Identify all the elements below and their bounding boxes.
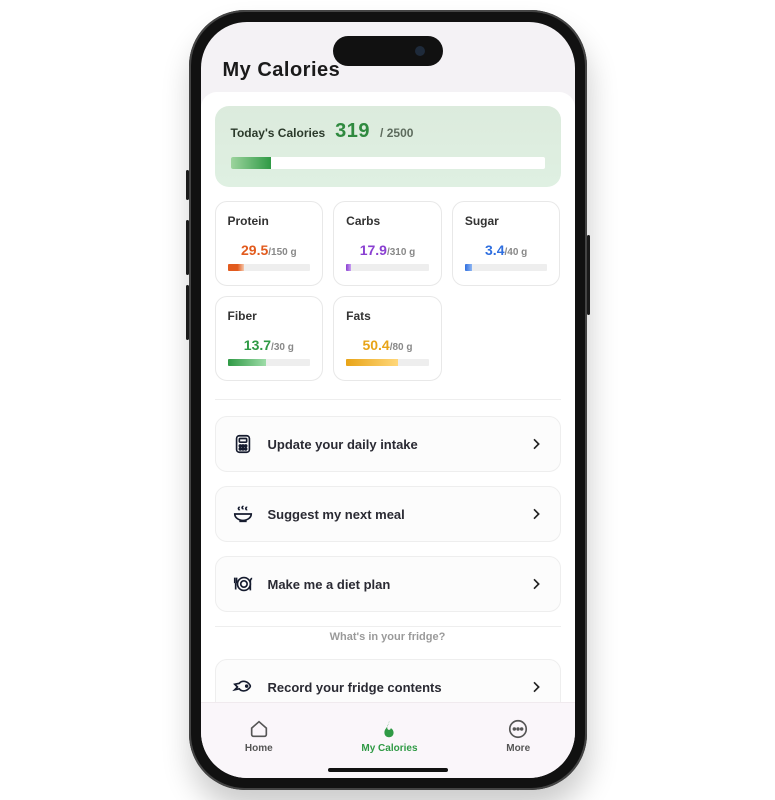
home-indicator (328, 768, 448, 772)
nutrient-max: /40 g (504, 247, 527, 258)
screen: My Calories Today's Calories 319 / 2500 … (201, 22, 575, 778)
calculator-icon (232, 433, 254, 455)
calories-label: Today's Calories (231, 126, 326, 140)
fridge-question: What's in your fridge? (215, 631, 561, 643)
nutrient-value: 29.5 (241, 242, 268, 258)
nav-more[interactable]: More (506, 718, 530, 754)
action-label: Record your fridge contents (268, 680, 514, 695)
flame-icon (378, 718, 400, 740)
action-fish[interactable]: Record your fridge contents (215, 659, 561, 702)
nutrient-card-carbs[interactable]: Carbs 17.9/310 g (333, 201, 442, 286)
action-bowl[interactable]: Suggest my next meal (215, 486, 561, 542)
nutrient-value: 3.4 (485, 242, 504, 258)
more-icon (507, 718, 529, 740)
bottom-nav: Home My Calories More (201, 702, 575, 778)
action-label: Suggest my next meal (268, 507, 514, 522)
nutrient-progress (465, 264, 548, 271)
page-title: My Calories (223, 59, 341, 82)
nav-home-label: Home (245, 743, 273, 754)
nutrient-value: 17.9 (360, 242, 387, 258)
action-label: Make me a diet plan (268, 577, 514, 592)
nutrient-name: Protein (228, 214, 311, 228)
calories-card: Today's Calories 319 / 2500 (215, 106, 561, 187)
nutrient-name: Fiber (228, 309, 311, 323)
nutrient-progress (228, 359, 311, 366)
chevron-right-icon (528, 506, 544, 522)
nutrient-max: /30 g (271, 342, 294, 353)
nutrient-card-sugar[interactable]: Sugar 3.4/40 g (452, 201, 561, 286)
nav-calories[interactable]: My Calories (361, 718, 417, 754)
device-frame: My Calories Today's Calories 319 / 2500 … (189, 10, 587, 790)
nutrient-grid: Protein 29.5/150 g Carbs 17.9/310 g Sugar 3.4… (215, 201, 561, 381)
nutrient-name: Carbs (346, 214, 429, 228)
calories-max: / 2500 (380, 126, 413, 140)
nutrient-max: /150 g (268, 247, 296, 258)
nav-calories-label: My Calories (361, 743, 417, 754)
plate-icon (232, 573, 254, 595)
nutrient-progress (346, 359, 429, 366)
home-icon (248, 718, 270, 740)
action-label: Update your daily intake (268, 437, 514, 452)
chevron-right-icon (528, 436, 544, 452)
calories-progress-fill (231, 157, 271, 169)
chevron-right-icon (528, 576, 544, 592)
nutrient-progress (228, 264, 311, 271)
actions-list: Update your daily intake Suggest my next … (215, 416, 561, 612)
nutrient-name: Fats (346, 309, 429, 323)
nutrient-card-fats[interactable]: Fats 50.4/80 g (333, 296, 442, 381)
action-calculator[interactable]: Update your daily intake (215, 416, 561, 472)
main-content[interactable]: Today's Calories 319 / 2500 Protein29.5/… (201, 92, 575, 702)
chevron-right-icon (528, 679, 544, 695)
action-plate[interactable]: Make me a diet plan (215, 556, 561, 612)
nutrient-max: /80 g (390, 342, 413, 353)
calories-value: 319 (335, 120, 370, 143)
nav-more-label: More (506, 743, 530, 754)
nutrient-value: 13.7 (244, 337, 271, 353)
notch (333, 36, 443, 66)
nutrient-value: 50.4 (362, 337, 389, 353)
calories-progress (231, 157, 545, 169)
divider (215, 626, 561, 627)
fish-icon (232, 676, 254, 698)
divider (215, 399, 561, 400)
nutrient-card-protein[interactable]: Protein 29.5/150 g (215, 201, 324, 286)
fridge-action-list: Record your fridge contents (215, 659, 561, 702)
nutrient-card-fiber[interactable]: Fiber 13.7/30 g (215, 296, 324, 381)
nutrient-progress (346, 264, 429, 271)
nutrient-name: Sugar (465, 214, 548, 228)
nutrient-max: /310 g (387, 247, 415, 258)
bowl-icon (232, 503, 254, 525)
nav-home[interactable]: Home (245, 718, 273, 754)
